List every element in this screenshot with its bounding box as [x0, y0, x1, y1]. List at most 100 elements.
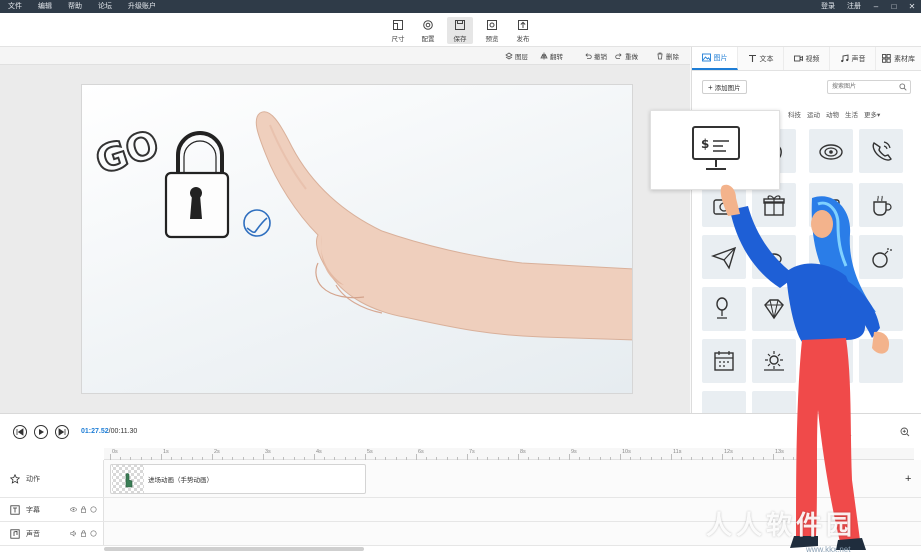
image-thumb[interactable]	[752, 287, 796, 331]
lock-icon[interactable]	[80, 530, 87, 537]
scene-canvas[interactable]: GO	[81, 84, 633, 394]
watermark-text: 人人软件园	[706, 511, 857, 541]
zoom-out-icon[interactable]	[842, 427, 852, 437]
preview-button[interactable]: 预览	[479, 17, 505, 44]
track-body-action[interactable]: 进场动画（手势动画）	[104, 460, 921, 497]
category-animal[interactable]: 动物	[826, 109, 839, 121]
layer-icon	[505, 52, 513, 60]
calendar-icon	[714, 351, 734, 371]
redo-button[interactable]: 重做	[615, 50, 638, 62]
panel-tabs: 图片 文本 视频 声音 素材库	[692, 47, 921, 71]
register-link[interactable]: 注册	[845, 0, 863, 13]
config-button[interactable]: 配置	[415, 17, 441, 44]
canvas-subtoolbar: 图层 翻转 撤销 重做 删除	[0, 47, 690, 65]
preview-icon	[487, 20, 497, 30]
save-label: 保存	[453, 36, 467, 43]
category-life[interactable]: 生活	[845, 109, 858, 121]
image-icon	[701, 53, 711, 62]
publish-button[interactable]: 发布	[510, 17, 536, 44]
image-thumb[interactable]	[702, 391, 746, 413]
image-thumb[interactable]	[859, 287, 903, 331]
svg-text:$: $	[701, 137, 709, 151]
ruler-label: 8s	[520, 449, 526, 455]
ruler-label: 10s	[622, 449, 631, 455]
menu-file[interactable]: 文件	[0, 0, 30, 13]
minimize-icon[interactable]: –	[871, 2, 881, 12]
flip-button[interactable]: 翻转	[540, 50, 563, 62]
add-track-button[interactable]: +	[905, 473, 911, 485]
image-thumb[interactable]	[702, 235, 746, 279]
size-label: 尺寸	[391, 36, 405, 43]
maximize-icon[interactable]: □	[889, 2, 899, 12]
menu-forum[interactable]: 论坛	[90, 0, 120, 13]
size-icon	[393, 20, 403, 30]
image-thumb[interactable]	[809, 339, 853, 383]
layer-label: 图层	[515, 54, 528, 61]
ruler-label: 6s	[418, 449, 424, 455]
menu-help[interactable]: 帮助	[60, 0, 90, 13]
asset-panel: 图片 文本 视频 声音 素材库 + 添加图片 搜索图片 科技 运动 动物 生活 …	[691, 47, 921, 413]
play-button[interactable]	[34, 425, 48, 439]
layer-button[interactable]: 图层	[505, 50, 528, 62]
bag-icon	[822, 199, 840, 215]
menu-bar: 文件 编辑 帮助 论坛 升级账户 登录 注册 – □ ✕	[0, 0, 921, 13]
image-thumb[interactable]	[752, 339, 796, 383]
track-head-subtitle: 字幕	[0, 498, 104, 521]
image-thumb[interactable]	[859, 183, 903, 227]
undo-label: 撤销	[594, 54, 607, 61]
transport-controls: 01:27.52/00:11.30	[0, 414, 921, 448]
category-sport[interactable]: 运动	[807, 109, 820, 121]
login-link[interactable]: 登录	[819, 0, 837, 13]
image-thumb[interactable]	[809, 183, 853, 227]
timeline-scrollbar[interactable]	[104, 547, 364, 551]
track-action: 动作 进场动画（手势动画）	[0, 460, 921, 498]
ruler-label: 3s	[265, 449, 271, 455]
image-thumb[interactable]	[859, 235, 903, 279]
add-image-button[interactable]: + 添加图片	[702, 80, 747, 94]
image-thumb[interactable]	[859, 129, 903, 173]
close-icon[interactable]: ✕	[907, 2, 917, 12]
menu-upgrade-account[interactable]: 升级账户	[120, 0, 164, 13]
image-thumb[interactable]	[859, 339, 903, 383]
save-button[interactable]: 保存	[447, 17, 473, 44]
image-thumb[interactable]	[809, 235, 853, 279]
lock-icon[interactable]	[80, 506, 87, 513]
menu-edit[interactable]: 编辑	[30, 0, 60, 13]
search-icon[interactable]	[899, 83, 907, 91]
tab-audio[interactable]: 声音	[830, 47, 876, 70]
image-thumb[interactable]	[809, 287, 853, 331]
circle-icon[interactable]	[90, 506, 97, 513]
track-controls-audio	[70, 530, 97, 537]
eye-icon[interactable]	[70, 506, 77, 513]
blank-icon	[866, 346, 896, 376]
clip-label: 进场动画（手势动画）	[148, 477, 213, 484]
tab-text[interactable]: 文本	[738, 47, 784, 70]
timeline-ruler[interactable]: 0s 1s 2s 3s 4s 5s 6s 7s 8s 9s 10s 11s 12s 13s	[104, 448, 914, 460]
image-thumb[interactable]	[752, 235, 796, 279]
undo-button[interactable]: 撤销	[584, 50, 607, 62]
size-button[interactable]: 尺寸	[385, 17, 411, 44]
forward-button[interactable]	[55, 425, 69, 439]
blank-icon	[759, 398, 789, 413]
tab-video[interactable]: 视频	[784, 47, 830, 70]
category-tech[interactable]: 科技	[788, 109, 801, 121]
speaker-icon[interactable]	[70, 530, 77, 537]
zoom-in-icon[interactable]	[900, 427, 910, 437]
animation-clip[interactable]: 进场动画（手势动画）	[110, 464, 366, 494]
image-thumb[interactable]	[702, 287, 746, 331]
check-circle-sketch	[243, 209, 271, 237]
category-more[interactable]: 更多▾	[864, 109, 880, 121]
image-thumb[interactable]	[702, 339, 746, 383]
publish-icon	[518, 20, 528, 30]
tab-library[interactable]: 素材库	[876, 47, 921, 70]
tab-images-label: 图片	[713, 54, 728, 62]
image-thumb[interactable]	[752, 391, 796, 413]
diamond-icon	[764, 299, 784, 320]
circle-icon[interactable]	[90, 530, 97, 537]
delete-button[interactable]: 删除	[656, 50, 679, 62]
rewind-button[interactable]	[13, 425, 27, 439]
tab-images[interactable]: 图片	[692, 47, 738, 70]
ruler-label: 1s	[163, 449, 169, 455]
track-name-subtitle: 字幕	[26, 506, 40, 514]
image-thumb[interactable]	[809, 129, 853, 173]
